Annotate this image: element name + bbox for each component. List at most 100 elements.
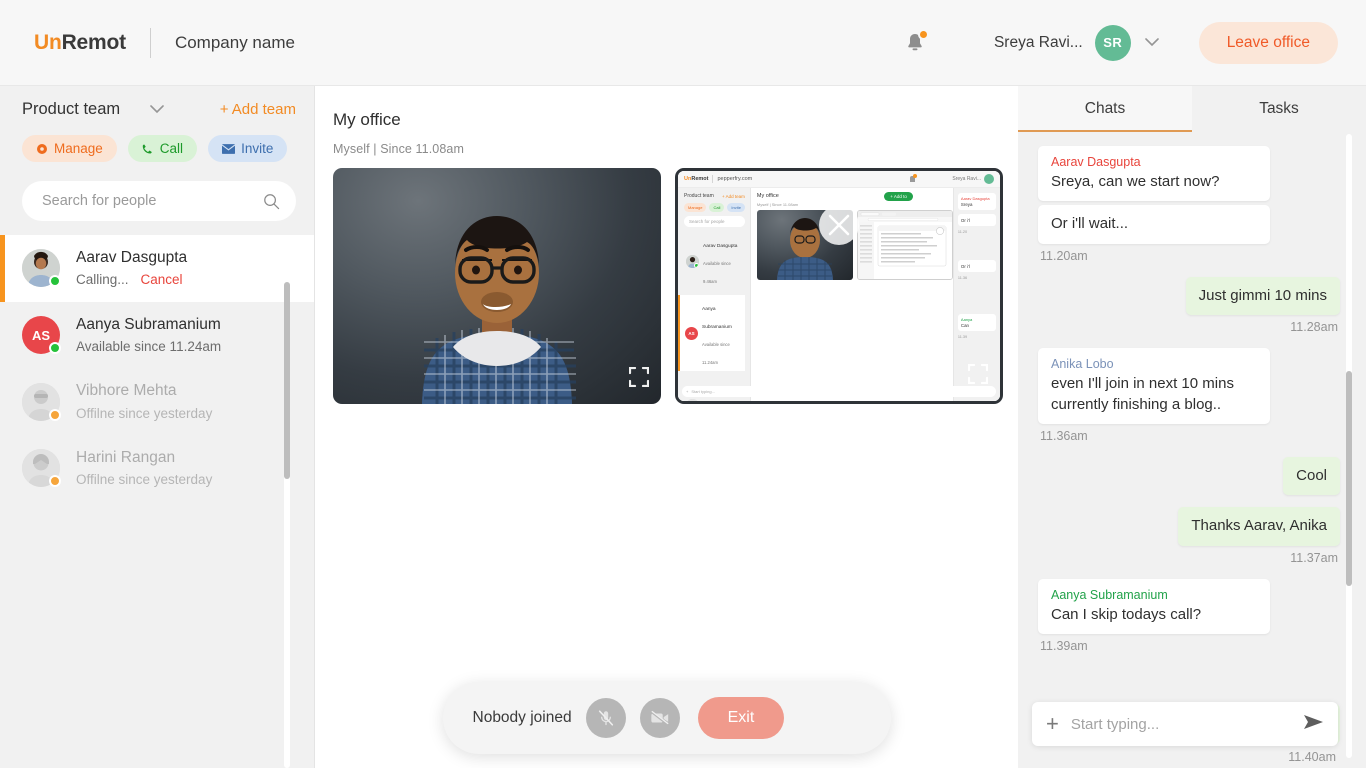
message-text: Thanks Aarav, Anika (1191, 517, 1327, 535)
message-bubble[interactable]: Just gimmi 10 mins (1185, 276, 1340, 316)
team-name[interactable]: Product team (22, 100, 120, 119)
message-bubble[interactable]: Aanya Subramanium Can I skip todays call… (1038, 578, 1270, 635)
mini-sidebar: Product team + Add team Manage Call Invi… (678, 188, 751, 401)
presence-dot (49, 475, 61, 488)
chat-scrollbar-thumb[interactable] (1346, 371, 1352, 586)
chat-message: Or i'll wait... 11.20am (1038, 205, 1340, 272)
chat-message: Thanks Aarav, Anika 11.37am (1038, 499, 1340, 574)
mini-office-title: My office (756, 193, 779, 199)
tab-tasks[interactable]: Tasks (1192, 86, 1366, 132)
page-title: My office (333, 110, 401, 129)
plus-icon[interactable]: + (1046, 713, 1059, 735)
mini-time: 11.20 (957, 230, 968, 234)
person-name: Aanya Subramanium (76, 315, 221, 333)
message-time-partial: 11.40am (1288, 750, 1336, 764)
app-logo[interactable]: UnRemot (34, 31, 126, 55)
phone-icon (142, 144, 152, 153)
mini-text: Or i'l (960, 264, 970, 269)
presence-dot (49, 408, 61, 421)
chat-message: Anika Lobo even I'll join in next 10 min… (1038, 348, 1340, 453)
exit-call-button[interactable]: Exit (697, 697, 785, 739)
person-status: Offilne since yesterday (76, 472, 213, 488)
list-item[interactable]: Aarav Dasgupta Calling... Cancel (0, 235, 314, 302)
user-avatar[interactable]: SR (1094, 24, 1131, 61)
mic-toggle-button[interactable] (585, 698, 626, 738)
office-subtitle: Myself | Since 11.08am (333, 142, 464, 156)
envelope-icon (222, 143, 236, 154)
message-bubble[interactable]: Thanks Aarav, Anika (1178, 507, 1340, 546)
person-status: Calling... Cancel (76, 271, 187, 289)
mini-text: Sreya (960, 202, 973, 207)
avatar: AS (22, 316, 61, 355)
mini-sender: Aanya (960, 317, 973, 322)
message-time: 11.36am (1040, 428, 1088, 443)
sidebar-top: Product team + Add team Manage Call Invi… (0, 86, 314, 235)
add-team-button[interactable]: + Add team (220, 101, 296, 118)
mini-person-status: Available since 11.24am (702, 342, 730, 365)
mini-person-name: Aanya Subramanium (702, 307, 732, 330)
message-bubble[interactable]: Anika Lobo even I'll join in next 10 min… (1038, 348, 1270, 424)
message-bubble[interactable]: Cool (1283, 456, 1340, 496)
message-time: 11.37am (1290, 550, 1338, 565)
fullscreen-icon[interactable] (628, 366, 650, 392)
chat-input[interactable] (1070, 715, 1303, 733)
status-text: Calling... (76, 272, 129, 288)
list-item[interactable]: Vibhore Mehta Offilne since yesterday (0, 368, 314, 435)
avatar (22, 249, 61, 288)
video-muted-icon (650, 710, 669, 726)
list-item[interactable]: AS Aanya Subramanium Available since 11.… (0, 302, 314, 369)
search-input[interactable] (42, 193, 263, 209)
send-icon[interactable] (1303, 714, 1324, 735)
presence-dot (49, 275, 61, 288)
message-sender: Aanya Subramanium (1051, 587, 1168, 602)
brand-divider (149, 27, 151, 58)
main-content: My office Myself | Since 11.08am UnRemot… (315, 86, 1018, 768)
message-bubble[interactable]: Or i'll wait... (1038, 205, 1270, 244)
team-chevron-down-icon[interactable] (150, 101, 164, 119)
list-item[interactable]: Harini Rangan Offilne since yesterday (0, 435, 314, 502)
invite-button[interactable]: Invite (208, 135, 288, 162)
manage-button[interactable]: Manage (22, 135, 117, 162)
message-time: 11.20am (1040, 248, 1088, 263)
people-list: Aarav Dasgupta Calling... Cancel AS Aanya… (0, 235, 314, 768)
video-tile-self[interactable] (333, 168, 661, 404)
mini-input-placeholder: Start typing... (691, 389, 715, 394)
logo-un: Un (34, 30, 62, 54)
message-time: 11.39am (1040, 639, 1088, 654)
message-time: 11.28am (1290, 320, 1338, 335)
message-text: Just gimmi 10 mins (1198, 286, 1327, 304)
fullscreen-icon[interactable] (967, 363, 989, 389)
message-bubble[interactable]: Aarav Dasgupta Sreya, can we start now? (1038, 146, 1270, 202)
close-screenshare-button[interactable] (819, 205, 859, 245)
gear-icon (37, 143, 47, 154)
message-sender: Aarav Dasgupta (1051, 155, 1141, 169)
mini-invite: Invite (727, 203, 745, 212)
mini-user: Sreya Ravi... (910, 174, 994, 184)
mini-site: pepperfry.com (717, 176, 753, 182)
screenshare-tile[interactable]: UnRemot pepperfry.com Sreya Ravi... Prod… (675, 168, 1003, 404)
mini-bubble: Aanya Can (957, 314, 996, 331)
presence-dot (49, 342, 61, 355)
video-toggle-button[interactable] (639, 698, 680, 738)
leave-office-button[interactable]: Leave office (1198, 21, 1338, 64)
message-text: Sreya, can we start now? (1051, 173, 1220, 190)
mini-avatar-photo (686, 398, 699, 401)
chat-input-bar[interactable]: + (1032, 702, 1338, 746)
mini-add-button: + Add to (884, 192, 913, 201)
mini-text: Or i'l (960, 218, 970, 223)
search-people-box[interactable] (22, 181, 296, 221)
cancel-call-button[interactable]: Cancel (141, 272, 183, 287)
chat-message: Aanya Subramanium Can I skip todays call… (1038, 578, 1340, 663)
header-right: Sreya Ravi... SR Leave office (898, 21, 1366, 64)
search-icon[interactable] (263, 193, 280, 210)
tab-chats[interactable]: Chats (1018, 86, 1192, 132)
call-button[interactable]: Call (127, 135, 198, 162)
invite-label: Invite (241, 141, 274, 156)
user-menu-chevron-down-icon[interactable] (1144, 34, 1159, 52)
notifications-button[interactable] (898, 26, 932, 60)
mini-person-text: Aarav Dasgupta Available since 9.46am (703, 234, 745, 288)
chat-messages: Aarav Dasgupta Sreya, can we start now? … (1018, 132, 1366, 768)
mini-manage: Manage (684, 203, 707, 212)
sidebar-scrollbar-thumb[interactable] (284, 282, 290, 479)
mini-bubble: Or i'l (957, 214, 996, 226)
